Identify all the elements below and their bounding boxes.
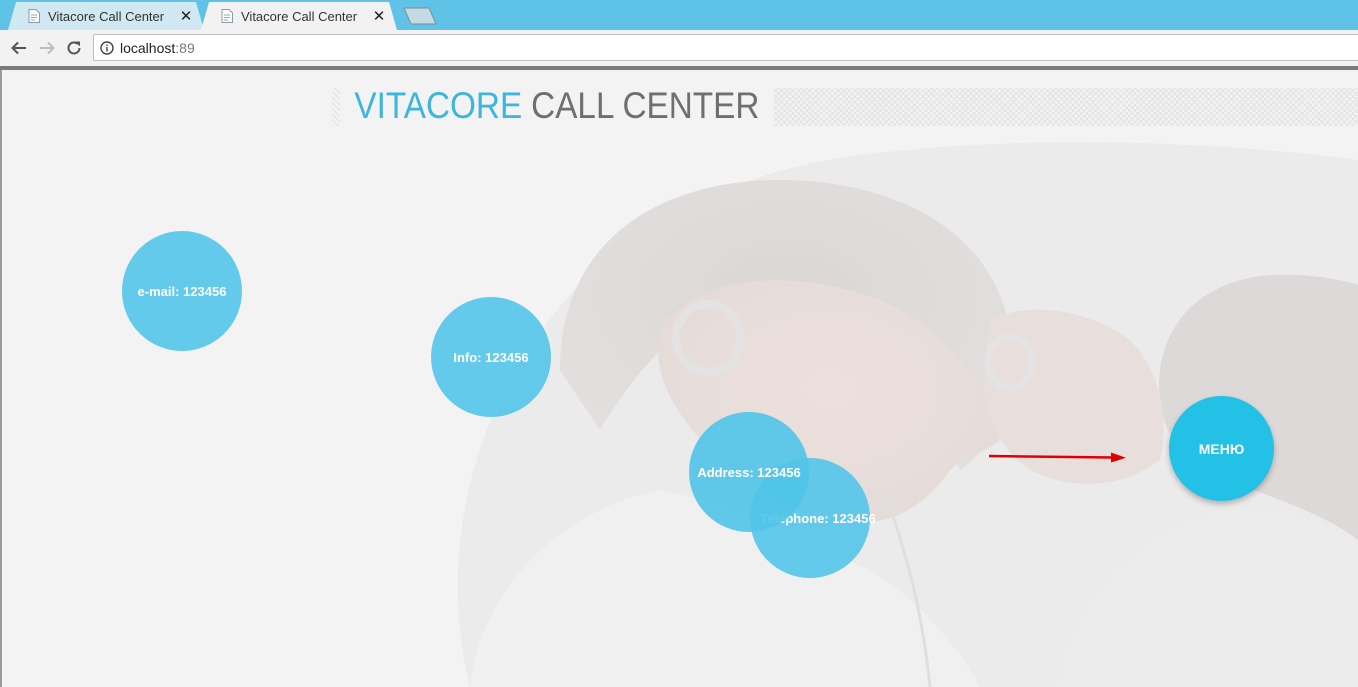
close-icon[interactable]: ✕ [178, 7, 194, 25]
back-button[interactable] [7, 36, 31, 60]
reload-button[interactable] [62, 36, 86, 60]
brand-subtitle: CALL CENTER [531, 85, 760, 126]
background-photo [0, 70, 1358, 687]
tab-strip: Vitacore Call Center ✕ Vitacore Call Cen… [0, 0, 1358, 30]
email-bubble[interactable]: e-mail: 123456 [122, 231, 242, 351]
url-host: localhost [120, 39, 176, 56]
email-label: e-mail: 123456 [137, 283, 227, 299]
arrow-right-icon [40, 41, 55, 55]
reload-icon [67, 41, 81, 55]
site-title: VITACORE CALL CENTER [340, 82, 774, 130]
page-icon [28, 9, 40, 23]
browser-window: Vitacore Call Center ✕ Vitacore Call Cen… [0, 0, 1358, 687]
tab-1[interactable]: Vitacore Call Center ✕ [8, 2, 204, 30]
info-icon[interactable] [100, 40, 114, 55]
tab-2-active[interactable]: Vitacore Call Center ✕ [201, 2, 397, 30]
tab-title: Vitacore Call Center [48, 8, 165, 24]
forward-button[interactable] [35, 36, 59, 60]
page-icon [221, 9, 233, 23]
info-bubble[interactable]: Info: 123456 [431, 297, 551, 417]
header-pattern-right [686, 88, 1358, 126]
address-label: Address: 123456 [697, 464, 801, 480]
menu-label: МЕНЮ [1198, 440, 1245, 457]
page-content: VITACORE CALL CENTER e-mail: 123456 Info… [0, 70, 1358, 687]
new-tab-button[interactable] [403, 7, 437, 25]
brand-name: VITACORE [354, 85, 523, 126]
url-port: :89 [175, 39, 195, 56]
address-bubble[interactable]: Address: 123456 [689, 412, 809, 532]
address-bar[interactable]: localhost:89 [93, 34, 1358, 61]
red-arrow-annotation [988, 452, 1126, 463]
arrow-left-icon [11, 41, 26, 55]
menu-button[interactable]: МЕНЮ [1169, 396, 1274, 501]
page-left-edge [0, 70, 2, 687]
info-label: Info: 123456 [453, 349, 529, 365]
tab-title: Vitacore Call Center [241, 8, 358, 24]
close-icon[interactable]: ✕ [371, 7, 387, 25]
browser-toolbar: localhost:89 [0, 30, 1358, 67]
